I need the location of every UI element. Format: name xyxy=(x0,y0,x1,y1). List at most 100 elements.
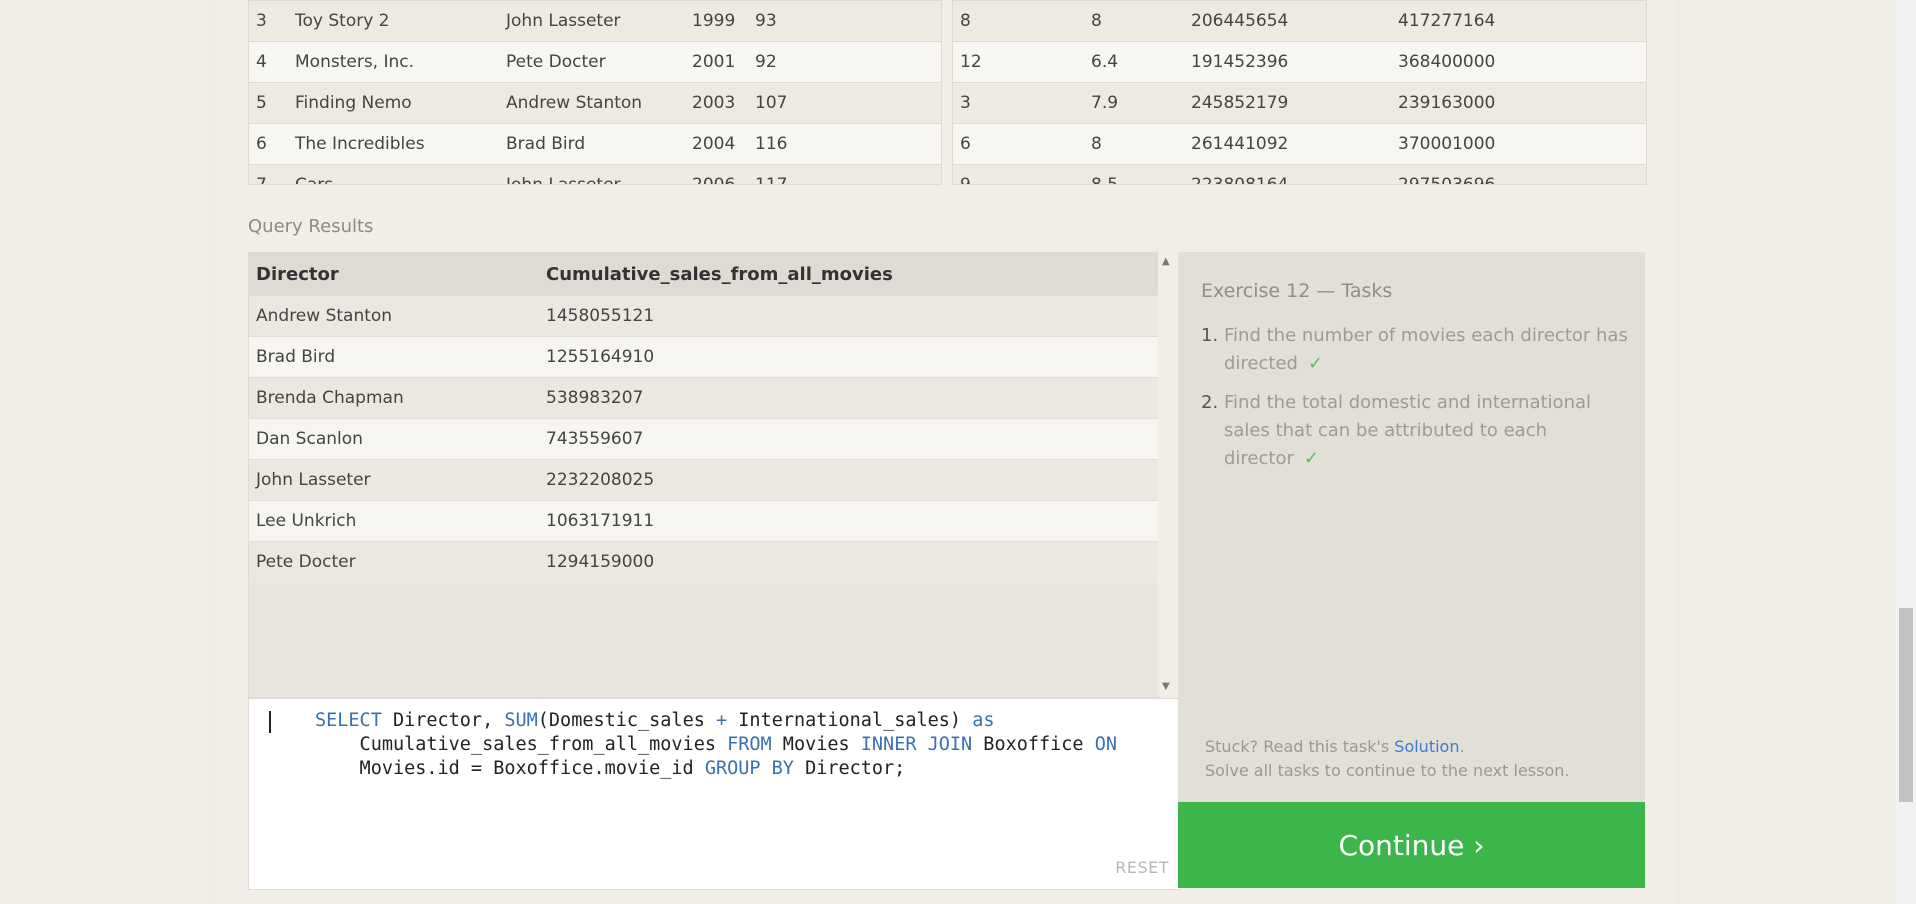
code-token: as xyxy=(972,710,995,731)
cell-sales: 1255164910 xyxy=(546,347,655,367)
table-row: 6 8 261441092 370001000 xyxy=(953,123,1646,164)
cell-movie-id: 12 xyxy=(960,52,982,72)
cell-rating: 8.5 xyxy=(1091,175,1119,185)
cell-director: Brad Bird xyxy=(256,347,336,367)
cell-rating: 8 xyxy=(1091,11,1102,31)
code-token: Boxoffice xyxy=(972,734,1095,755)
cell-director: John Lasseter xyxy=(506,11,621,31)
cell-international: 239163000 xyxy=(1398,93,1496,113)
cell-movie-id: 9 xyxy=(960,175,971,185)
cell-sales: 743559607 xyxy=(546,429,644,449)
cell-length: 93 xyxy=(755,11,777,31)
table-row: 7 Cars John Lasseter 2006 117 xyxy=(249,164,941,185)
cell-title: Cars xyxy=(295,175,334,185)
cell-length: 116 xyxy=(755,134,788,154)
table-row: 9 8.5 223808164 297503696 xyxy=(953,164,1646,185)
code-token: Cumulative_sales_from_all_movies xyxy=(315,734,728,755)
tasks-title: Exercise 12 — Tasks xyxy=(1201,280,1393,302)
task-number: 1. xyxy=(1201,325,1219,346)
solution-link[interactable]: Solution xyxy=(1394,737,1459,756)
continue-button[interactable]: Continue › xyxy=(1178,802,1645,888)
cell-title: Toy Story 2 xyxy=(295,11,390,31)
cell-title: The Incredibles xyxy=(295,134,425,154)
cell-year: 2001 xyxy=(692,52,736,72)
code-token: International_sales) xyxy=(727,710,973,731)
page-scrollbar[interactable] xyxy=(1896,0,1916,904)
task-text: Find the total domestic and internationa… xyxy=(1224,392,1592,469)
cell-rating: 6.4 xyxy=(1091,52,1119,72)
cell-director: John Lasseter xyxy=(256,470,371,490)
stuck-text: Stuck? Read this task's xyxy=(1205,737,1395,756)
table-row: 3 7.9 245852179 239163000 xyxy=(953,82,1646,123)
code-token: Director; xyxy=(793,758,906,779)
cell-length: 92 xyxy=(755,52,777,72)
cell-length: 117 xyxy=(755,175,788,185)
cell-sales: 1458055121 xyxy=(546,306,655,326)
check-icon: ✓ xyxy=(1307,353,1324,374)
cell-id: 7 xyxy=(256,175,267,185)
table-row: 6 The Incredibles Brad Bird 2004 116 xyxy=(249,123,941,164)
code-token: (Domestic_sales xyxy=(537,710,716,731)
code-token: ON xyxy=(1094,734,1117,755)
table-row: Pete Docter 1294159000 xyxy=(249,541,1159,582)
code-token: Movies.id = Boxoffice.movie_id xyxy=(315,758,705,779)
table-row: Brenda Chapman 538983207 xyxy=(249,377,1159,418)
table-row: Brad Bird 1255164910 xyxy=(249,336,1159,377)
tasks-panel: Exercise 12 — Tasks 1. Find the number o… xyxy=(1178,252,1645,802)
cell-rating: 7.9 xyxy=(1091,93,1119,113)
cell-domestic: 206445654 xyxy=(1191,11,1289,31)
cell-id: 5 xyxy=(256,93,267,113)
sql-editor[interactable]: SELECT Director, SUM(Domestic_sales + In… xyxy=(248,698,1180,890)
stuck-suffix: . xyxy=(1459,737,1465,756)
cell-year: 1999 xyxy=(692,11,736,31)
table-row: 5 Finding Nemo Andrew Stanton 2003 107 xyxy=(249,82,941,123)
code-token: SUM xyxy=(504,710,538,731)
table-row: Dan Scanlon 743559607 xyxy=(249,418,1159,459)
table-row: 4 Monsters, Inc. Pete Docter 2001 92 xyxy=(249,41,941,82)
scroll-up-icon[interactable]: ▲ xyxy=(1162,256,1170,267)
cell-director: Andrew Stanton xyxy=(256,306,393,326)
sql-code[interactable]: SELECT Director, SUM(Domestic_sales + In… xyxy=(315,709,1117,781)
cell-domestic: 245852179 xyxy=(1191,93,1289,113)
tasks-list: 1. Find the number of movies each direct… xyxy=(1201,322,1631,484)
cell-director: Lee Unkrich xyxy=(256,511,357,531)
table-row: Andrew Stanton 1458055121 xyxy=(249,295,1159,336)
scroll-down-icon[interactable]: ▼ xyxy=(1162,681,1170,692)
code-token: + xyxy=(716,710,728,731)
cell-sales: 2232208025 xyxy=(546,470,655,490)
query-results-label: Query Results xyxy=(248,216,374,237)
task-number: 2. xyxy=(1201,392,1219,413)
cell-international: 297503696 xyxy=(1398,175,1496,185)
cell-international: 368400000 xyxy=(1398,52,1496,72)
cell-movie-id: 3 xyxy=(960,93,971,113)
cell-length: 107 xyxy=(755,93,788,113)
code-token: Movies xyxy=(771,734,861,755)
cell-international: 417277164 xyxy=(1398,11,1496,31)
cell-director: Andrew Stanton xyxy=(506,93,643,113)
results-header-row: Director Cumulative_sales_from_all_movie… xyxy=(249,253,1159,295)
table-row: Lee Unkrich 1063171911 xyxy=(249,500,1159,541)
table-row: John Lasseter 2232208025 xyxy=(249,459,1159,500)
cell-id: 6 xyxy=(256,134,267,154)
stuck-hint: Stuck? Read this task's Solution. Solve … xyxy=(1205,735,1569,783)
cell-director: Brad Bird xyxy=(506,134,586,154)
cell-title: Finding Nemo xyxy=(295,93,412,113)
task-item: 2. Find the total domestic and internati… xyxy=(1201,389,1631,473)
cell-year: 2004 xyxy=(692,134,736,154)
cell-year: 2006 xyxy=(692,175,736,185)
header-director: Director xyxy=(256,263,339,285)
cell-domestic: 191452396 xyxy=(1191,52,1289,72)
cell-director: Dan Scanlon xyxy=(256,429,363,449)
cell-director: John Lasseter xyxy=(506,175,621,185)
solve-all-text: Solve all tasks to continue to the next … xyxy=(1205,761,1570,780)
cell-international: 370001000 xyxy=(1398,134,1496,154)
cell-domestic: 261441092 xyxy=(1191,134,1289,154)
reset-button[interactable]: RESET xyxy=(1115,858,1169,877)
page-scrollbar-thumb[interactable] xyxy=(1899,608,1913,802)
movies-table: 3 Toy Story 2 John Lasseter 1999 93 4 Mo… xyxy=(248,0,942,185)
cell-director: Brenda Chapman xyxy=(256,388,404,408)
boxoffice-table: 8 8 206445654 417277164 12 6.4 191452396… xyxy=(952,0,1647,185)
results-scrollbar[interactable]: ▲ ▼ xyxy=(1158,252,1178,696)
table-row: 3 Toy Story 2 John Lasseter 1999 93 xyxy=(249,0,941,41)
cell-sales: 538983207 xyxy=(546,388,644,408)
